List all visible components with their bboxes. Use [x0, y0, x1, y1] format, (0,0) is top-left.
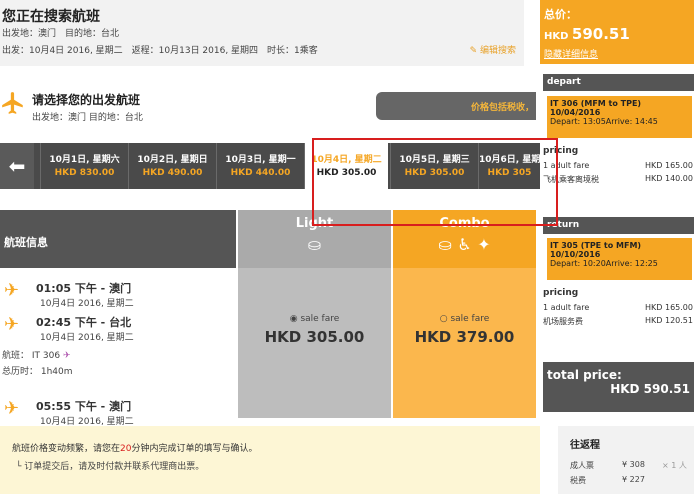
total-price-header: 总价： HKD 590.51 隐藏详细信息 — [540, 0, 694, 64]
fare-value: HKD 165.00 — [645, 303, 693, 312]
return-section-label: return — [543, 217, 694, 234]
price-info-button[interactable]: 价格包括税收， — [376, 92, 536, 120]
pricing-heading: pricing — [543, 146, 579, 156]
edit-search-link[interactable]: ✎ 编辑搜索 — [470, 43, 516, 56]
flight-info-header: 航班信息 — [0, 210, 236, 268]
departure-segment: ✈ 01:05 下午 - 澳门 10月4日 2016, 星期二 — [4, 280, 234, 309]
takeoff-icon: ✈ — [4, 398, 20, 419]
choose-flight-header: 请选择您的出发航班 出发地：澳门 目的地：台北 — [0, 78, 380, 128]
total-price-box: total price: HKD 590.51 — [543, 362, 694, 412]
departure-time: 01:05 下午 - 澳门 — [36, 282, 132, 295]
date-tab[interactable]: 10月1日, 星期六 HKD 830.00 — [40, 143, 128, 189]
roundtrip-title: 往返程 — [570, 440, 600, 451]
date-tab-date: 10月2日, 星期日 — [137, 155, 208, 165]
next-departure-time: 05:55 下午 - 澳门 — [36, 400, 132, 413]
combo-fare-radio-label: sale fare — [450, 314, 490, 324]
tax-label: 机场服务费 — [543, 317, 583, 326]
depart-flight-box: IT 306 (MFM to TPE) 10/04/2016 Depart: 1… — [547, 96, 692, 138]
light-fare-option[interactable]: ◉ sale fare HKD 305.00 — [238, 268, 391, 418]
flight-number-text: 航班： IT 306 — [2, 351, 61, 361]
arrival-time: 02:45 下午 - 台北 — [36, 316, 132, 329]
tax-row-label: 税费 — [570, 476, 586, 485]
return-flight-box: IT 305 (TPE to MFM) 10/10/2016 Depart: 1… — [547, 238, 692, 280]
date-tab[interactable]: 10月2日, 星期日 HKD 490.00 — [128, 143, 216, 189]
search-route: 出发地：澳门 目的地：台北 — [2, 29, 120, 39]
landing-icon: ✈ — [4, 314, 20, 335]
depart-section-label: depart — [543, 74, 694, 91]
flight-number: 航班： IT 306 ✈ — [2, 348, 70, 361]
departure-date: 10月4日 2016, 星期二 — [40, 299, 134, 309]
search-summary-panel: 您正在搜索航班 出发地：澳门 目的地：台北 出发：10月4日 2016, 星期二… — [0, 0, 524, 66]
warning-text: 分钟内完成订单的填写与确认。 — [131, 444, 258, 454]
date-tab-price: HKD 830.00 — [54, 168, 115, 178]
next-departure-segment: ✈ 05:55 下午 - 澳门 10月4日 2016, 星期二 — [4, 398, 234, 427]
choose-route: 出发地：澳门 目的地：台北 — [32, 113, 143, 123]
total-amount: 590.51 — [571, 25, 630, 43]
depart-date: 10/04/2016 — [550, 108, 601, 117]
warning-minutes: 20 — [120, 444, 132, 454]
choose-title: 请选择您的出发航班 — [32, 93, 141, 107]
date-tab-price: HKD 490.00 — [142, 168, 203, 178]
hide-details-link[interactable]: 隐藏详细信息 — [544, 47, 690, 60]
adult-ticket-label: 成人票 — [570, 461, 594, 470]
search-dates: 出发：10月4日 2016, 星期二 返程：10月13日 2016, 星期四 时… — [2, 46, 318, 56]
light-fare-price: HKD 305.00 — [264, 328, 365, 346]
arrival-date: 10月4日 2016, 星期二 — [40, 333, 134, 343]
warning-text: 航班价格变动频繁，请您在 — [12, 444, 121, 454]
depart-times: Depart: 13:05Arrive: 14:45 — [550, 117, 658, 126]
adult-ticket-row: 成人票 ¥ 308 × 1 人 — [570, 460, 690, 471]
fare-label: 1 adult fare — [543, 303, 590, 312]
return-times: Depart: 10:20Arrive: 12:25 — [550, 259, 658, 268]
depart-flight: IT 306 (MFM to TPE) — [550, 99, 642, 108]
arrival-segment: ✈ 02:45 下午 - 台北 10月4日 2016, 星期二 — [4, 314, 234, 343]
pricing-heading: pricing — [543, 288, 579, 298]
total-price-value: HKD 590.51 — [610, 382, 690, 396]
tax-value: HKD 120.51 — [645, 316, 693, 325]
combo-fare-option[interactable]: ○ sale fare HKD 379.00 — [393, 268, 536, 418]
airline-plane-icon: ✈ — [62, 351, 71, 361]
date-tab-date: 10月3日, 星期一 — [225, 155, 296, 165]
red-annotation-outline — [312, 138, 558, 226]
combo-services-icon: ⛀ ♿ ✦ — [438, 235, 491, 254]
total-price-label: total price: — [547, 368, 622, 382]
total-label: 总价： — [544, 8, 577, 21]
tax-value: HKD 140.00 — [645, 174, 693, 183]
total-currency: HKD — [544, 31, 569, 42]
takeoff-icon: ✈ — [4, 280, 20, 301]
combo-fare-price: HKD 379.00 — [414, 328, 515, 346]
bag-icon: ⛀ — [307, 235, 322, 254]
edit-search-label: 编辑搜索 — [479, 46, 516, 56]
fare-value: HKD 165.00 — [645, 161, 693, 170]
depart-pricing: pricing 1 adult fare HKD 165.00 飞机乘客离境税 HK… — [543, 146, 693, 189]
red-annotation-edge — [556, 138, 558, 226]
pencil-icon: ✎ — [469, 46, 478, 56]
previous-dates-arrow-icon[interactable]: ⬅ — [0, 143, 34, 189]
roundtrip-summary: 往返程 成人票 ¥ 308 × 1 人 税费 ¥ 227 — [558, 426, 694, 494]
return-pricing: pricing 1 adult fare HKD 165.00 机场服务费 HKD … — [543, 288, 693, 331]
adult-ticket-count: × 1 人 — [662, 461, 687, 470]
return-flight: IT 305 (TPE to MFM) — [550, 241, 642, 250]
tax-row-value: ¥ 227 — [622, 475, 645, 484]
combo-fare-radio[interactable]: ○ sale fare — [393, 314, 536, 324]
warning-line-1: 航班价格变动频繁，请您在20分钟内完成订单的填写与确认。 — [12, 441, 257, 454]
warning-line-2: └ 订单提交后，请及时付款并联系代理商出票。 — [16, 462, 205, 472]
date-tab-date: 10月1日, 星期六 — [49, 155, 120, 165]
adult-ticket-value: ¥ 308 — [622, 460, 645, 469]
date-tab-price: HKD 440.00 — [230, 168, 291, 178]
date-tab[interactable]: 10月3日, 星期一 HKD 440.00 — [216, 143, 304, 189]
flight-duration: 总历时： 1h40m — [2, 367, 73, 377]
light-fare-radio[interactable]: ◉ sale fare — [238, 314, 391, 324]
tax-row: 税费 ¥ 227 — [570, 475, 690, 486]
search-title: 您正在搜索航班 — [2, 9, 100, 25]
return-date: 10/10/2016 — [550, 250, 601, 259]
light-fare-radio-label: sale fare — [300, 314, 340, 324]
price-change-warning: 航班价格变动频繁，请您在20分钟内完成订单的填写与确认。 └ 订单提交后，请及时… — [0, 426, 540, 494]
